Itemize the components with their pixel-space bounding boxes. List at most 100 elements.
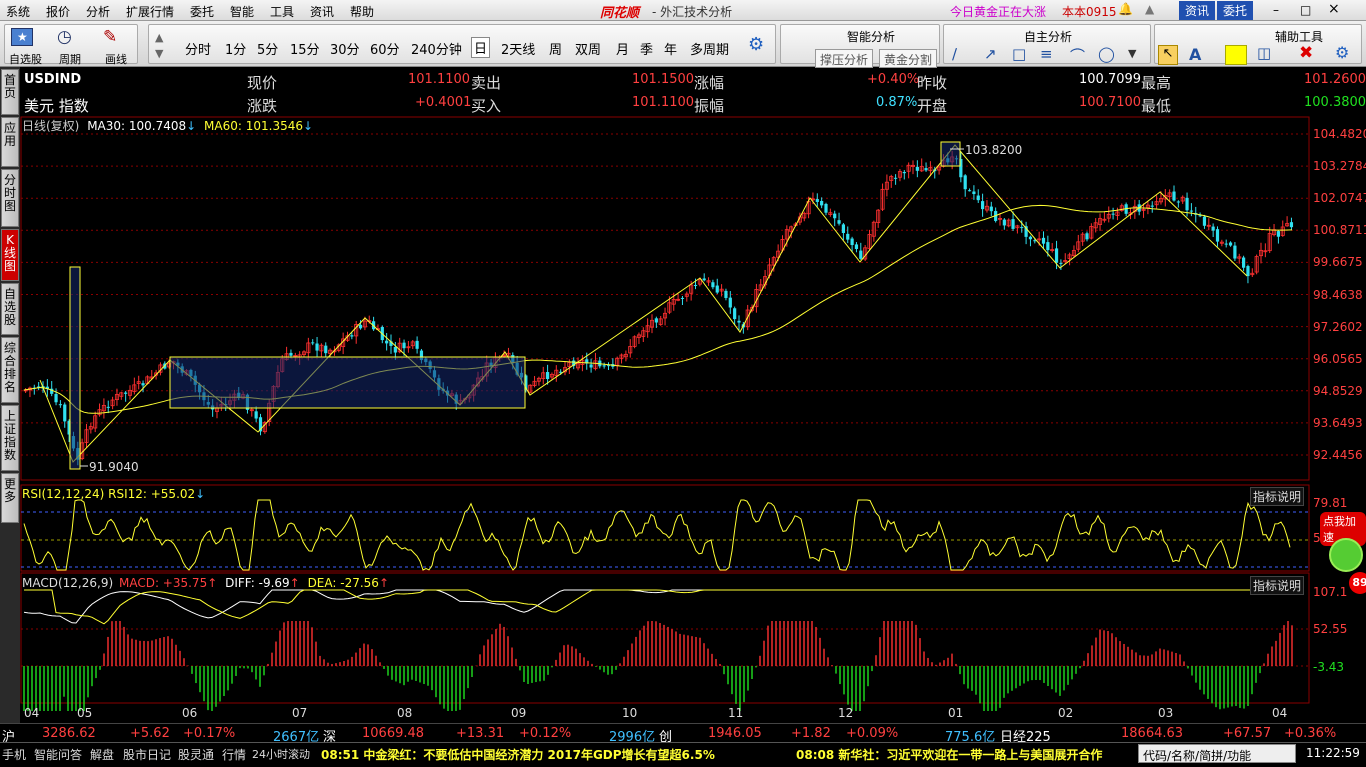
macd-axis-mid: 52.55 (1313, 622, 1348, 636)
candle-body (1011, 219, 1015, 229)
tab-mobile[interactable]: 手机 (2, 746, 26, 763)
candle-body (1215, 229, 1220, 242)
dea-arrow-icon: ↑ (378, 576, 389, 590)
date-tick-label: 03 (1158, 706, 1174, 720)
cy-percent: +0.09% (846, 726, 899, 741)
notification-badge[interactable]: 89 (1349, 572, 1366, 594)
candle-body (1150, 205, 1154, 207)
macd-value: MACD: +35.75 (118, 576, 208, 590)
candle-body (1202, 216, 1207, 226)
candle-body (602, 365, 606, 367)
sh-value[interactable]: 3286.62 (42, 726, 96, 741)
date-tick-label: 06 (182, 706, 198, 720)
candle-body (589, 364, 593, 368)
candle-body (1111, 213, 1115, 215)
candle-body (1172, 191, 1176, 201)
date-tick-label: 01 (948, 706, 964, 720)
price-tick-label: 98.4638 (1313, 287, 1363, 302)
cy-value[interactable]: 1946.05 (708, 726, 762, 741)
candle-body (1233, 245, 1237, 259)
cy-change: +1.82 (791, 726, 831, 741)
candle-body (680, 297, 685, 299)
candle-body (106, 406, 110, 408)
rsi-help-button[interactable]: 指标说明 (1250, 487, 1305, 506)
kline-chart[interactable] (0, 0, 1366, 723)
candle-body (1242, 257, 1246, 268)
candle-body (254, 411, 258, 419)
candle-body (850, 238, 854, 246)
tab-24h[interactable]: 24小时滚动 (252, 746, 310, 762)
sz-percent: +0.12% (519, 726, 572, 741)
low-marker-box (69, 266, 81, 470)
price-panel-frame (20, 116, 1310, 481)
candle-body (724, 290, 728, 298)
price-tick-label: 100.8711 (1313, 223, 1366, 238)
candle-body (358, 324, 363, 329)
rsi-line (23, 499, 1291, 571)
diff-line (23, 589, 1292, 624)
sz-change: +13.31 (456, 726, 505, 741)
macd-help-button[interactable]: 指标说明 (1250, 576, 1305, 595)
high-marker-box (940, 141, 961, 167)
clock-time: 11:22:59 (1306, 746, 1360, 760)
candle-body (1085, 233, 1089, 240)
mascot-icon[interactable] (1329, 538, 1363, 572)
candle-body (1228, 242, 1233, 246)
candle-body (841, 224, 845, 233)
candle-body (350, 335, 354, 337)
candle-body (972, 191, 976, 195)
nikkei-value[interactable]: 18664.63 (1121, 726, 1183, 741)
candle-body (1020, 227, 1024, 229)
sz-value[interactable]: 10669.48 (362, 726, 424, 741)
candle-body (415, 340, 419, 349)
tab-analysis[interactable]: 解盘 (90, 746, 114, 763)
macd-arrow-icon: ↑ (207, 576, 218, 590)
tab-qa[interactable]: 智能问答 (34, 746, 82, 763)
price-tick-label: 94.8529 (1313, 383, 1363, 398)
diff-value: DIFF: -9.69 (225, 576, 290, 590)
candle-body (815, 199, 819, 202)
candle-body (546, 372, 550, 379)
tab-market[interactable]: 行情 (222, 746, 246, 763)
candle-body (833, 213, 837, 219)
rsi-arrow-icon: ↓ (195, 487, 206, 501)
candle-body (820, 200, 824, 206)
rsi-value: RSI12: +55.02 (108, 487, 196, 501)
candle-body (981, 201, 985, 210)
rsi-legend: RSI(12,12,24) RSI12: +55.02↓ (22, 487, 205, 501)
macd-axis-low: -3.43 (1313, 660, 1345, 674)
bottom-bar: 手机 智能问答 解盘 股市日记 股灵通 行情 24小时滚动 08:51 中金梁红… (0, 742, 1366, 767)
candle-body (1289, 222, 1294, 228)
candle-body (733, 308, 737, 320)
candle-body (402, 342, 406, 349)
tab-diary[interactable]: 股市日记 (123, 746, 171, 763)
candle-body (1002, 219, 1006, 226)
candle-body (1189, 210, 1193, 212)
tab-gulingtong[interactable]: 股灵通 (178, 746, 214, 763)
candle-body (1041, 237, 1046, 244)
date-tick-label: 09 (511, 706, 527, 720)
candle-body (393, 346, 397, 353)
candle-body (1028, 236, 1033, 240)
candle-body (315, 343, 319, 351)
dea-value: DEA: -27.56 (307, 576, 379, 590)
candle-body (854, 244, 859, 249)
date-tick-label: 04 (24, 706, 40, 720)
news-item-1[interactable]: 08:51 中金梁红：不要低估中国经济潜力 2017年GDP增长有望超6.5% (321, 746, 715, 763)
search-input[interactable]: 代码/名称/简拼/功能 (1138, 744, 1296, 763)
candle-body (915, 166, 919, 171)
price-tick-label: 104.4820 (1313, 127, 1366, 141)
candle-body (967, 190, 972, 192)
candle-body (63, 404, 67, 422)
candle-body (1185, 197, 1189, 211)
rsi-axis-high: 79.81 (1313, 496, 1348, 510)
macd-axis-high: 107.1 (1313, 585, 1348, 599)
macd-label: MACD(12,26,9) (22, 576, 114, 590)
date-tick-label: 12 (838, 706, 854, 720)
sh-percent: +0.17% (183, 726, 236, 741)
news-item-2[interactable]: 08:08 新华社：习近平欢迎在一带一路上与美国展开合作 (796, 746, 1102, 763)
price-tick-label: 96.0565 (1313, 351, 1363, 366)
candle-body (1059, 262, 1063, 264)
nikkei-percent: +0.36% (1284, 726, 1337, 741)
candle-body (385, 340, 389, 344)
